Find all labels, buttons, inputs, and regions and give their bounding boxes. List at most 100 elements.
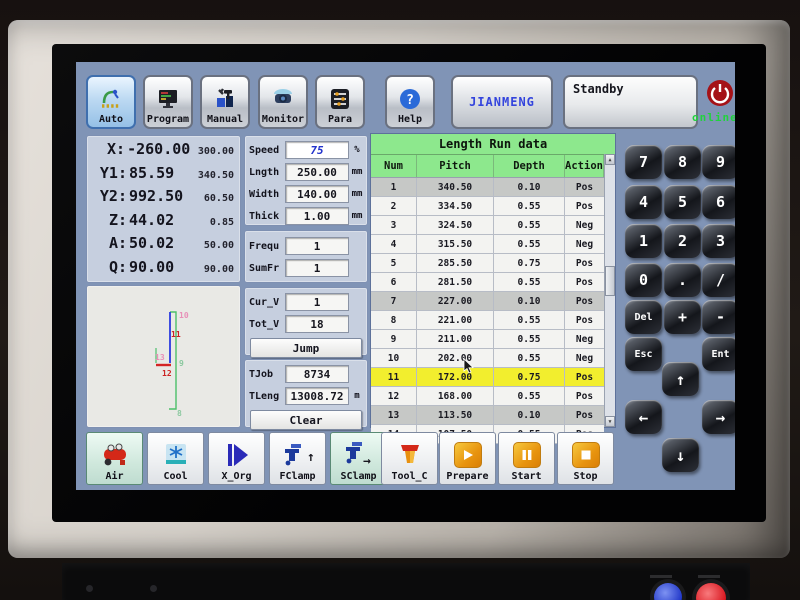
key-0[interactable]: 0 xyxy=(625,263,662,297)
tab-para[interactable]: Para xyxy=(315,75,365,129)
console-blue-button[interactable] xyxy=(654,583,682,600)
button-sclamp[interactable]: → SClamp xyxy=(330,432,387,485)
table-row[interactable]: 3324.500.55Neg xyxy=(371,216,604,235)
depth-cell: 0.75 xyxy=(494,254,565,272)
button-start[interactable]: Start xyxy=(498,432,555,485)
tab-auto[interactable]: Auto xyxy=(86,75,136,129)
arrow-right-key[interactable]: → xyxy=(702,400,735,434)
key-2[interactable]: 2 xyxy=(664,224,701,258)
table-row[interactable]: 12168.000.55Pos xyxy=(371,387,604,406)
curv-row: Cur_V 1 xyxy=(245,291,367,313)
console-red-button[interactable] xyxy=(696,583,726,600)
tleng-value: 13008.72 xyxy=(285,387,349,405)
key-3[interactable]: 3 xyxy=(702,224,735,258)
speed-input[interactable]: 75 xyxy=(285,141,349,159)
table-row[interactable]: 5285.500.75Pos xyxy=(371,254,604,273)
tjob-value: 8734 xyxy=(285,365,349,383)
esc-key[interactable]: Esc xyxy=(625,337,662,371)
num-cell: 10 xyxy=(371,349,417,367)
button-fclamp[interactable]: ↑ FClamp xyxy=(269,432,326,485)
button-prepare[interactable]: Prepare xyxy=(439,432,496,485)
tjob-row: TJob 8734 xyxy=(245,363,367,385)
button-xorg[interactable]: X_Org xyxy=(208,432,265,485)
axis-value: 44.02 xyxy=(127,211,188,229)
frequ-input[interactable]: 1 xyxy=(285,237,349,255)
totv-input[interactable]: 18 xyxy=(285,315,349,333)
key-5[interactable]: 5 xyxy=(664,185,701,219)
tab-help-label: Help xyxy=(398,114,422,125)
power-icon[interactable] xyxy=(705,78,735,108)
table-row[interactable]: 2334.500.55Pos xyxy=(371,197,604,216)
arrow-up-key[interactable]: ↑ xyxy=(662,362,699,396)
coord-row-y2: Y2: 992.50 60.50 xyxy=(89,187,234,211)
jump-button[interactable]: Jump xyxy=(250,338,362,358)
table-row[interactable]: 4315.500.55Neg xyxy=(371,235,604,254)
num-cell: 12 xyxy=(371,387,417,405)
table-row[interactable]: 6281.500.55Pos xyxy=(371,273,604,292)
axis-label: Y2: xyxy=(89,187,127,205)
width-input[interactable]: 140.00 xyxy=(285,185,349,203)
key-9[interactable]: 9 xyxy=(702,145,735,179)
length-label: Lngth xyxy=(249,167,285,178)
num-cell: 13 xyxy=(371,406,417,424)
num-cell: 11 xyxy=(371,368,417,386)
arrow-down-key[interactable]: ↓ xyxy=(662,438,699,472)
pitch-cell: 315.50 xyxy=(417,235,494,253)
plus-key[interactable]: + xyxy=(664,300,701,334)
action-cell: Neg xyxy=(565,330,604,348)
scroll-up-icon[interactable]: ▲ xyxy=(605,154,615,165)
button-air[interactable]: Air xyxy=(86,432,143,485)
key-7[interactable]: 7 xyxy=(625,145,662,179)
code-monitor-icon xyxy=(155,84,181,114)
coordinates-panel: X: -260.00 300.00 Y1: 85.59 340.50 Y2: 9… xyxy=(86,135,241,283)
key-4[interactable]: 4 xyxy=(625,185,662,219)
key-8[interactable]: 8 xyxy=(664,145,701,179)
num-cell: 6 xyxy=(371,273,417,291)
pitch-cell: 113.50 xyxy=(417,406,494,424)
table-row[interactable]: 10202.000.55Neg xyxy=(371,349,604,368)
depth-cell: 0.55 xyxy=(494,387,565,405)
totv-row: Tot_V 18 xyxy=(245,313,367,335)
tab-monitor[interactable]: Monitor xyxy=(258,75,308,129)
thick-input[interactable]: 1.00 xyxy=(285,207,349,225)
slash-key[interactable]: / xyxy=(702,263,735,297)
key-6[interactable]: 6 xyxy=(702,185,735,219)
table-row[interactable]: 1340.500.10Pos xyxy=(371,178,604,197)
tab-manual[interactable]: Manual xyxy=(200,75,250,129)
length-input[interactable]: 250.00 xyxy=(285,163,349,181)
robot-arm-icon xyxy=(98,84,124,114)
sumfr-input[interactable]: 1 xyxy=(285,259,349,277)
button-stop[interactable]: Stop xyxy=(557,432,614,485)
ent-key[interactable]: Ent xyxy=(702,337,735,371)
table-scrollbar[interactable]: ▲ ▼ xyxy=(604,154,615,427)
table-row[interactable]: 11172.000.75Pos xyxy=(371,368,604,387)
segment-label: 8 xyxy=(177,409,182,418)
del-key[interactable]: Del xyxy=(625,300,662,334)
tab-para-label: Para xyxy=(328,114,352,125)
action-cell: Pos xyxy=(565,368,604,386)
curv-input[interactable]: 1 xyxy=(285,293,349,311)
sumfr-label: SumFr xyxy=(249,263,285,274)
axis-value: -260.00 xyxy=(125,140,190,158)
button-sclamp-label: SClamp xyxy=(340,471,376,482)
button-cool[interactable]: Cool xyxy=(147,432,204,485)
arrow-left-key[interactable]: ← xyxy=(625,400,662,434)
decimal-key[interactable]: . xyxy=(664,263,701,297)
depth-cell: 0.55 xyxy=(494,197,565,215)
scroll-thumb[interactable] xyxy=(605,266,615,296)
scroll-down-icon[interactable]: ▼ xyxy=(605,416,615,427)
table-row[interactable]: 8221.000.55Pos xyxy=(371,311,604,330)
speed-row: Speed 75 % xyxy=(245,139,367,161)
tab-program[interactable]: Program xyxy=(143,75,193,129)
tab-manual-label: Manual xyxy=(207,114,243,125)
brand-button[interactable]: JIANMENG xyxy=(451,75,553,129)
minus-key[interactable]: - xyxy=(702,300,735,334)
clear-button[interactable]: Clear xyxy=(250,410,362,430)
key-1[interactable]: 1 xyxy=(625,224,662,258)
axis-label: Z: xyxy=(89,211,127,229)
table-row[interactable]: 9211.000.55Neg xyxy=(371,330,604,349)
table-row[interactable]: 7227.000.10Pos xyxy=(371,292,604,311)
table-row[interactable]: 13113.500.10Pos xyxy=(371,406,604,425)
tab-help[interactable]: ? Help xyxy=(385,75,435,129)
button-toolc[interactable]: Tool_C xyxy=(381,432,438,485)
